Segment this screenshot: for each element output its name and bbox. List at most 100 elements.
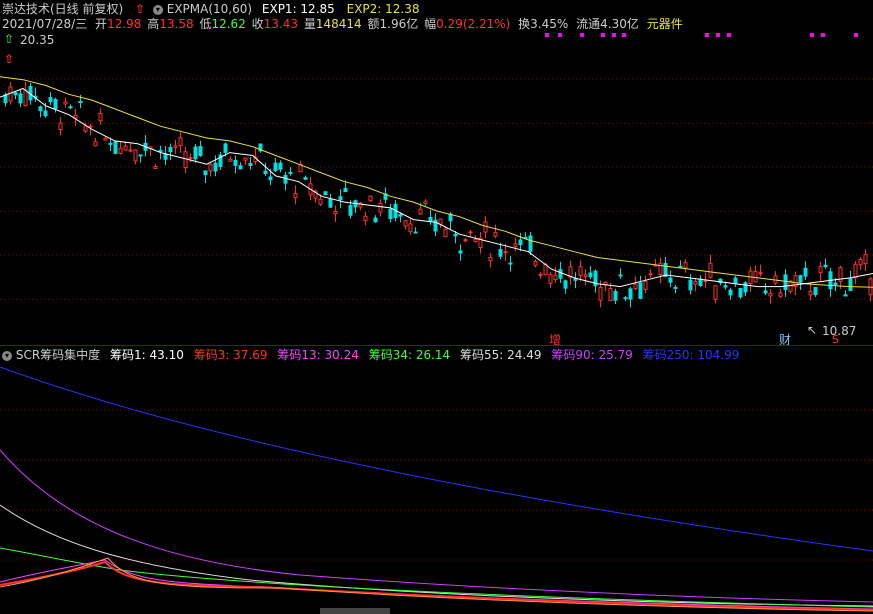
candle-body	[408, 223, 413, 233]
candle-body	[128, 149, 133, 152]
candle-body	[698, 278, 703, 286]
chip-13-line	[0, 559, 873, 610]
event-dot	[580, 33, 584, 37]
candle-body	[233, 159, 238, 166]
candle-body	[783, 274, 788, 291]
candle-body	[468, 231, 473, 234]
candle-body	[738, 287, 743, 298]
chip-250-line	[0, 366, 873, 552]
event-dot	[854, 33, 858, 37]
candle-body	[733, 277, 738, 285]
candle-body	[208, 164, 213, 172]
candle-body	[223, 143, 228, 153]
dropdown-circle-icon[interactable]: ▾	[2, 350, 12, 361]
chip-250: 筹码250: 104.99	[642, 348, 740, 362]
candle-body	[703, 280, 708, 283]
candle-body	[643, 280, 648, 290]
candle-body	[138, 154, 143, 157]
chip-34-line	[0, 547, 873, 608]
candle-body	[338, 196, 343, 201]
candle-body	[508, 262, 513, 265]
candle-body	[73, 115, 78, 119]
candle-body	[628, 288, 633, 300]
candle-body	[798, 275, 803, 283]
candle-body	[368, 195, 373, 202]
candle-body	[648, 273, 653, 276]
candle-body	[528, 235, 533, 252]
candle-body	[583, 274, 588, 277]
candle-body	[23, 89, 28, 107]
chip-13: 筹码13: 30.24	[277, 348, 359, 362]
candle-body	[153, 165, 158, 169]
low-marker-icon: ↖	[807, 323, 818, 337]
candle-body	[363, 215, 368, 221]
candle-body	[318, 198, 323, 205]
candle-body	[108, 142, 113, 145]
chip-55-line	[0, 504, 873, 607]
candle-body	[43, 110, 48, 117]
candle-body	[638, 282, 643, 299]
candle-body	[293, 193, 298, 199]
candle-body	[418, 208, 423, 215]
candle-body	[708, 262, 713, 278]
candle-body	[348, 205, 353, 216]
candle-body	[848, 278, 853, 292]
exp2-line	[0, 76, 873, 288]
price-chart[interactable]	[0, 0, 873, 345]
event-dot	[727, 33, 731, 37]
candle-body	[818, 266, 823, 274]
candle-body	[378, 202, 383, 213]
scroll-thumb[interactable]	[320, 608, 390, 614]
chip-1-line	[0, 557, 873, 612]
candle-body	[678, 265, 683, 268]
candle-body	[53, 99, 58, 110]
buy-arrow-icon: ⇧	[4, 52, 15, 66]
candle-body	[133, 149, 138, 162]
chip-55: 筹码55: 24.49	[460, 348, 542, 362]
chip-34: 筹码34: 26.14	[368, 348, 451, 362]
event-dot	[705, 33, 709, 37]
candle-body	[238, 165, 243, 170]
candle-body	[823, 264, 828, 268]
candle-body	[553, 274, 558, 280]
candle-body	[303, 177, 308, 180]
candle-body	[668, 277, 673, 283]
candle-body	[608, 288, 613, 302]
candle-body	[598, 286, 603, 301]
candle-body	[98, 112, 103, 122]
candle-body	[573, 278, 578, 281]
candle-body	[513, 243, 518, 247]
candle-body	[163, 153, 168, 160]
candle-body	[493, 232, 498, 237]
candle-body	[88, 125, 93, 128]
chip-3: 筹码3: 37.69	[193, 348, 268, 362]
candle-body	[728, 289, 733, 296]
candle-body	[858, 258, 863, 266]
candle-body	[633, 283, 638, 290]
candle-body	[93, 141, 98, 147]
candle-body	[773, 275, 778, 284]
chip-3-line	[0, 560, 873, 611]
candle-body	[263, 170, 268, 175]
candle-body	[778, 292, 783, 297]
candle-body	[768, 293, 773, 297]
indicator-grid	[0, 409, 873, 561]
candle-body	[288, 171, 293, 174]
candle-body	[58, 122, 63, 131]
candle-body	[403, 220, 408, 227]
candle-body	[398, 214, 403, 217]
candle-body	[38, 106, 43, 112]
indicator-title[interactable]: SCR筹码集中度	[16, 348, 100, 362]
candle-body	[13, 92, 18, 96]
candle-body	[588, 272, 593, 278]
candle-body	[68, 106, 73, 109]
candle-body	[323, 191, 328, 196]
candle-body	[473, 238, 478, 243]
candle-body	[833, 282, 838, 285]
candle-body	[558, 269, 563, 279]
candle-body	[623, 297, 628, 300]
candle-body	[688, 279, 693, 291]
candle-body	[813, 287, 818, 296]
panel-divider	[0, 345, 873, 346]
candle-body	[618, 274, 623, 277]
